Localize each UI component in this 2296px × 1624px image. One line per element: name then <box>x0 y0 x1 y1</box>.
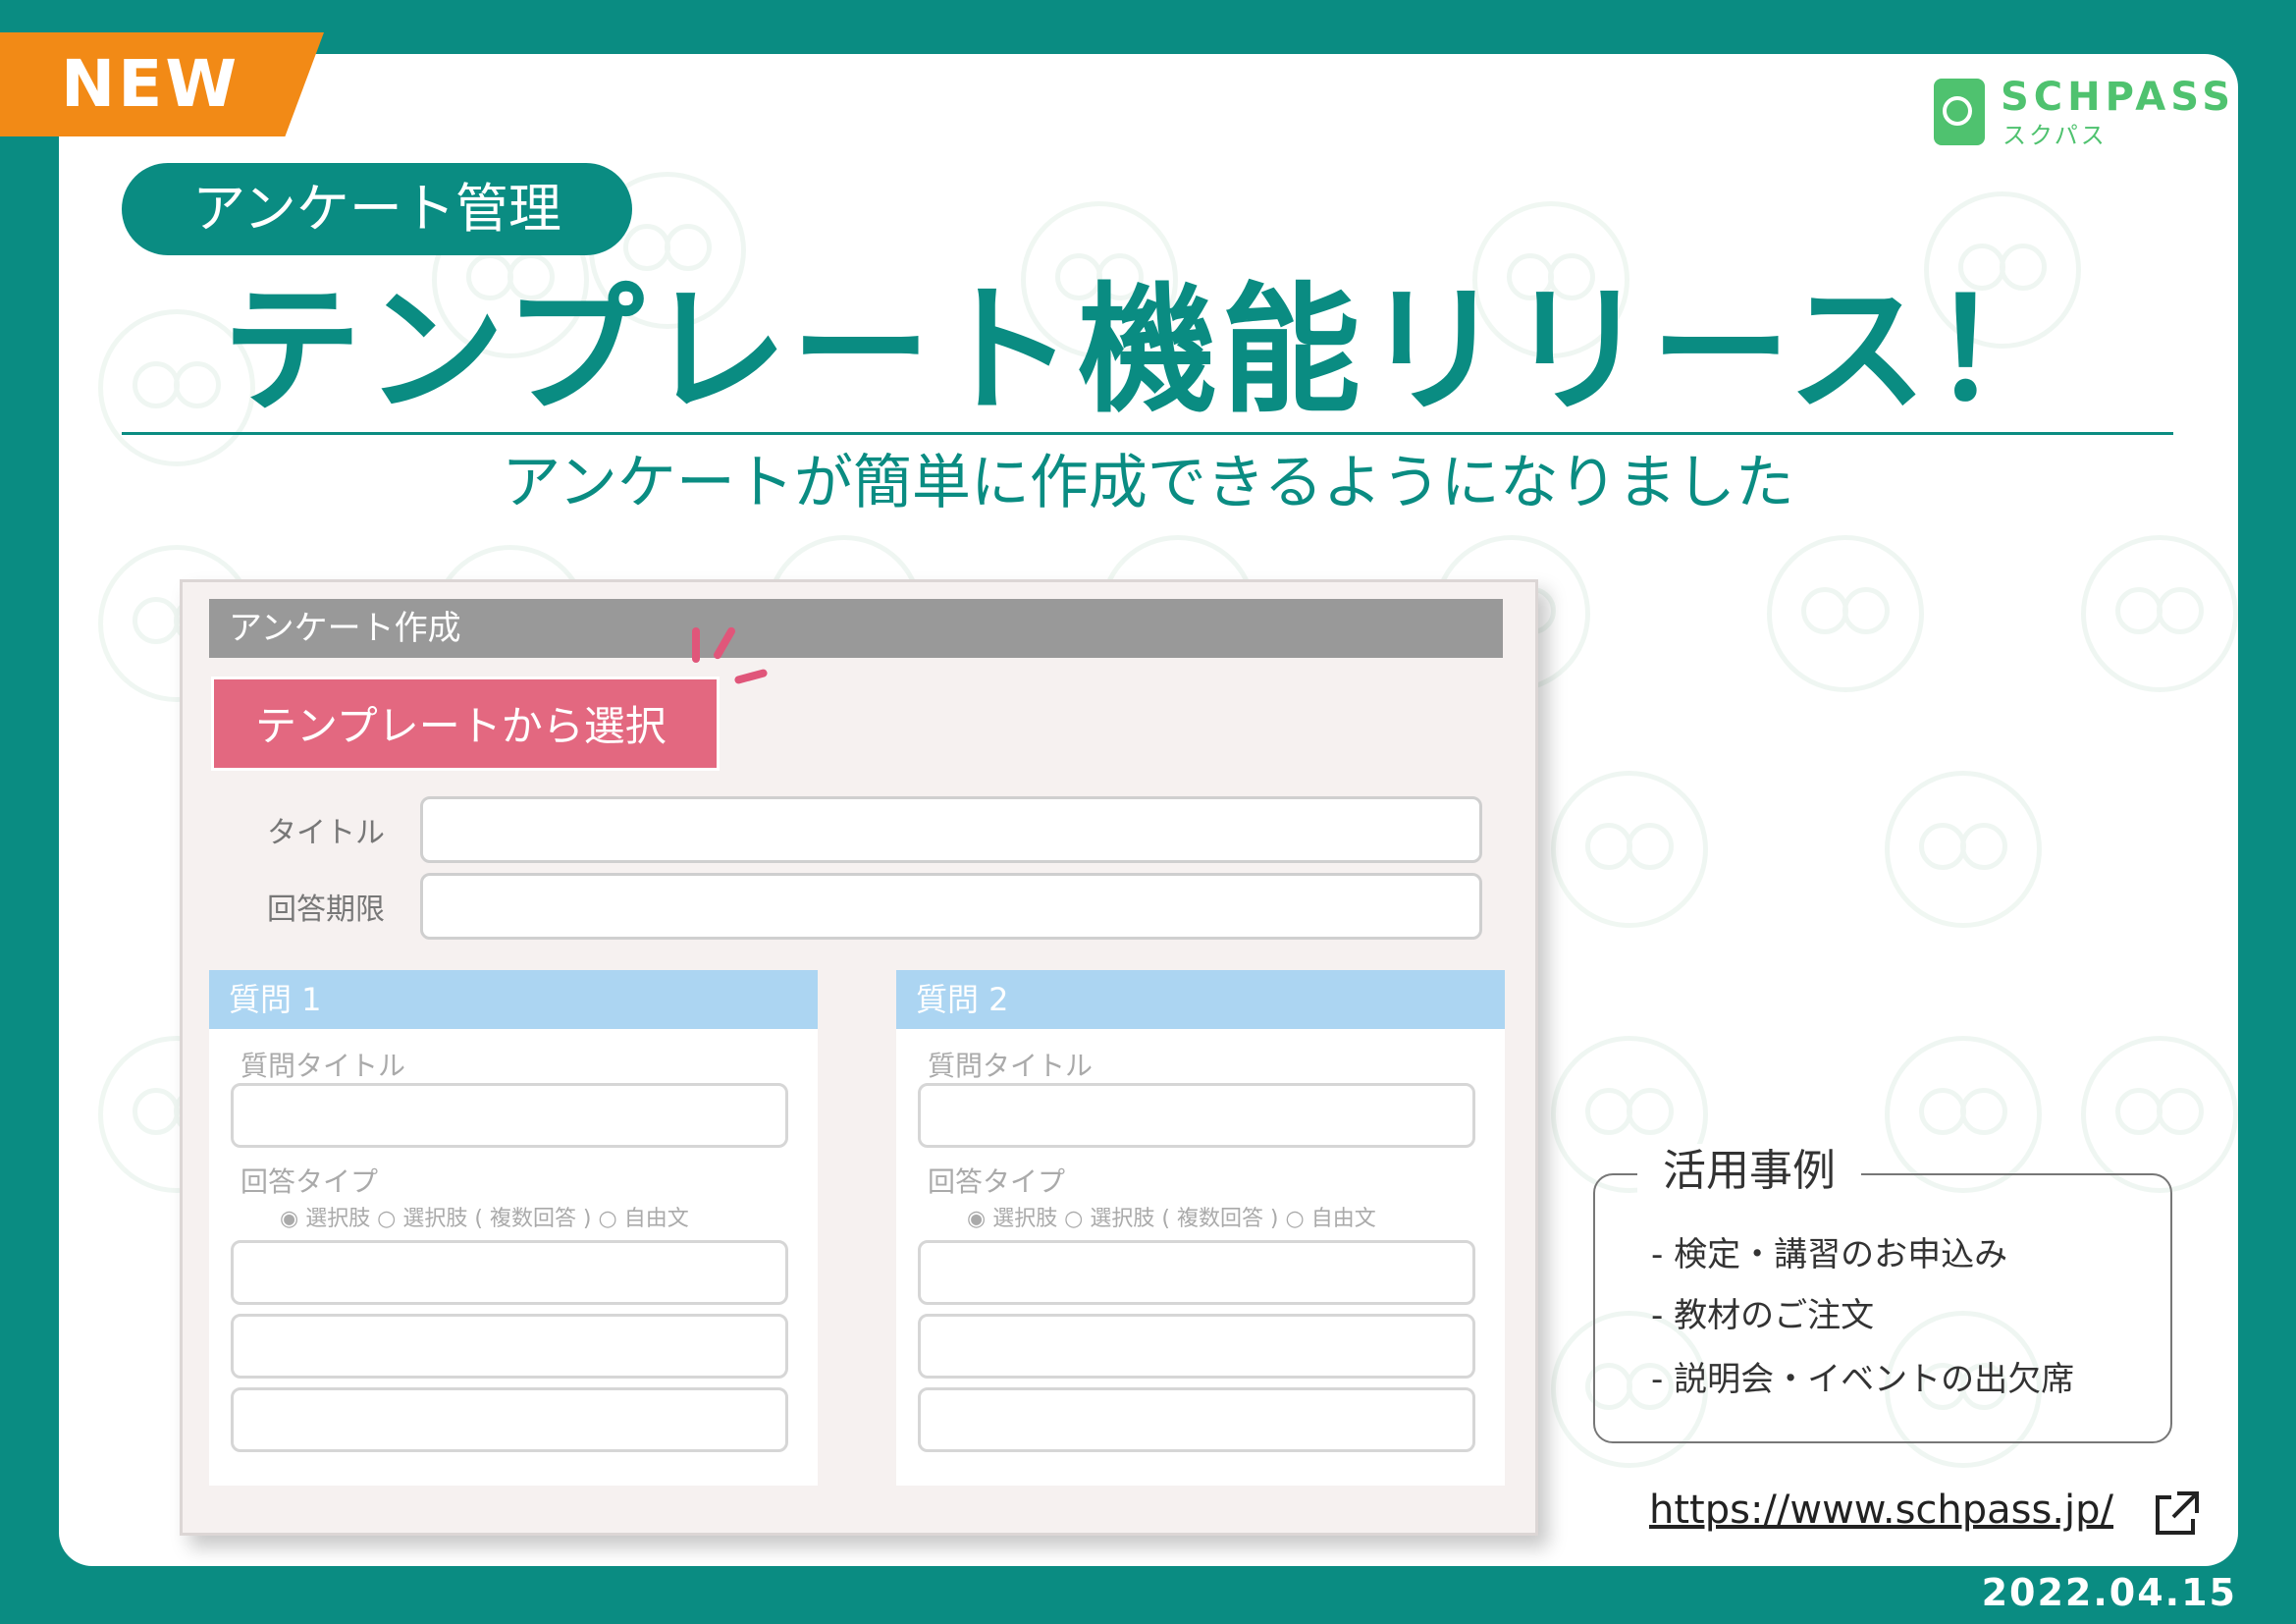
logo-name: SCHPASS <box>2001 75 2236 120</box>
question-title-input[interactable] <box>918 1083 1475 1148</box>
highlight-spark <box>733 668 769 685</box>
question-card-2: 質問 2 質問タイトル 回答タイプ ◉ 選択肢 ○ 選択肢 ( 複数回答 ) ○… <box>896 970 1505 1486</box>
answer-type-label: 回答タイプ <box>928 1165 1066 1198</box>
owl-watermark-icon <box>1551 771 1708 928</box>
subheadline: アンケートが簡単に作成できるようになりました <box>502 449 1794 517</box>
owl-watermark-icon <box>2081 535 2238 692</box>
question-header: 質問 1 <box>209 970 818 1029</box>
survey-form-mockup: アンケート作成 テンプレートから選択 タイトル 回答期限 質問 1 質問タイトル… <box>180 579 1538 1536</box>
answer-type-options[interactable]: ◉ 選択肢 ○ 選択肢 ( 複数回答 ) ○ 自由文 <box>967 1201 1376 1232</box>
schpass-logo-icon <box>1934 79 1985 145</box>
headline: テンプレート機能リリース！ <box>222 270 2074 432</box>
option-input[interactable] <box>918 1240 1475 1305</box>
use-case-item: - 教材のご注文 <box>1651 1296 1875 1335</box>
external-link-icon[interactable] <box>2148 1488 2203 1543</box>
use-cases-title: 活用事例 <box>1637 1144 1861 1199</box>
title-input[interactable] <box>420 796 1482 863</box>
logo-kana: スクパス <box>2002 122 2108 149</box>
owl-watermark-icon <box>1885 771 2042 928</box>
highlight-spark <box>692 627 700 663</box>
option-input[interactable] <box>918 1314 1475 1379</box>
website-link[interactable]: https://www.schpass.jp/ <box>1649 1488 2113 1533</box>
owl-watermark-icon <box>1885 1036 2042 1193</box>
answer-type-options[interactable]: ◉ 選択肢 ○ 選択肢 ( 複数回答 ) ○ 自由文 <box>280 1201 689 1232</box>
deadline-field-label: 回答期限 <box>267 893 385 927</box>
question-card-1: 質問 1 質問タイトル 回答タイプ ◉ 選択肢 ○ 選択肢 ( 複数回答 ) ○… <box>209 970 818 1486</box>
question-header: 質問 2 <box>896 970 1505 1029</box>
answer-type-label: 回答タイプ <box>240 1165 379 1198</box>
title-field-label: タイトル <box>267 816 385 850</box>
select-from-template-button[interactable]: テンプレートから選択 <box>211 677 720 771</box>
form-title-bar: アンケート作成 <box>209 599 1503 658</box>
new-badge: NEW <box>0 32 324 136</box>
deadline-input[interactable] <box>420 873 1482 940</box>
option-input[interactable] <box>918 1387 1475 1452</box>
question-title-label: 質問タイトル <box>240 1050 406 1082</box>
category-pill: アンケート管理 <box>122 163 632 255</box>
question-title-label: 質問タイトル <box>928 1050 1094 1082</box>
use-case-item: - 説明会・イベントの出欠席 <box>1651 1360 2075 1399</box>
option-input[interactable] <box>231 1240 788 1305</box>
release-date: 2022.04.15 <box>1981 1571 2237 1614</box>
divider <box>122 432 2173 435</box>
owl-watermark-icon <box>1767 535 1924 692</box>
owl-watermark-icon <box>2081 1036 2238 1193</box>
use-case-item: - 検定・講習のお申込み <box>1651 1235 2008 1274</box>
option-input[interactable] <box>231 1387 788 1452</box>
question-title-input[interactable] <box>231 1083 788 1148</box>
option-input[interactable] <box>231 1314 788 1379</box>
